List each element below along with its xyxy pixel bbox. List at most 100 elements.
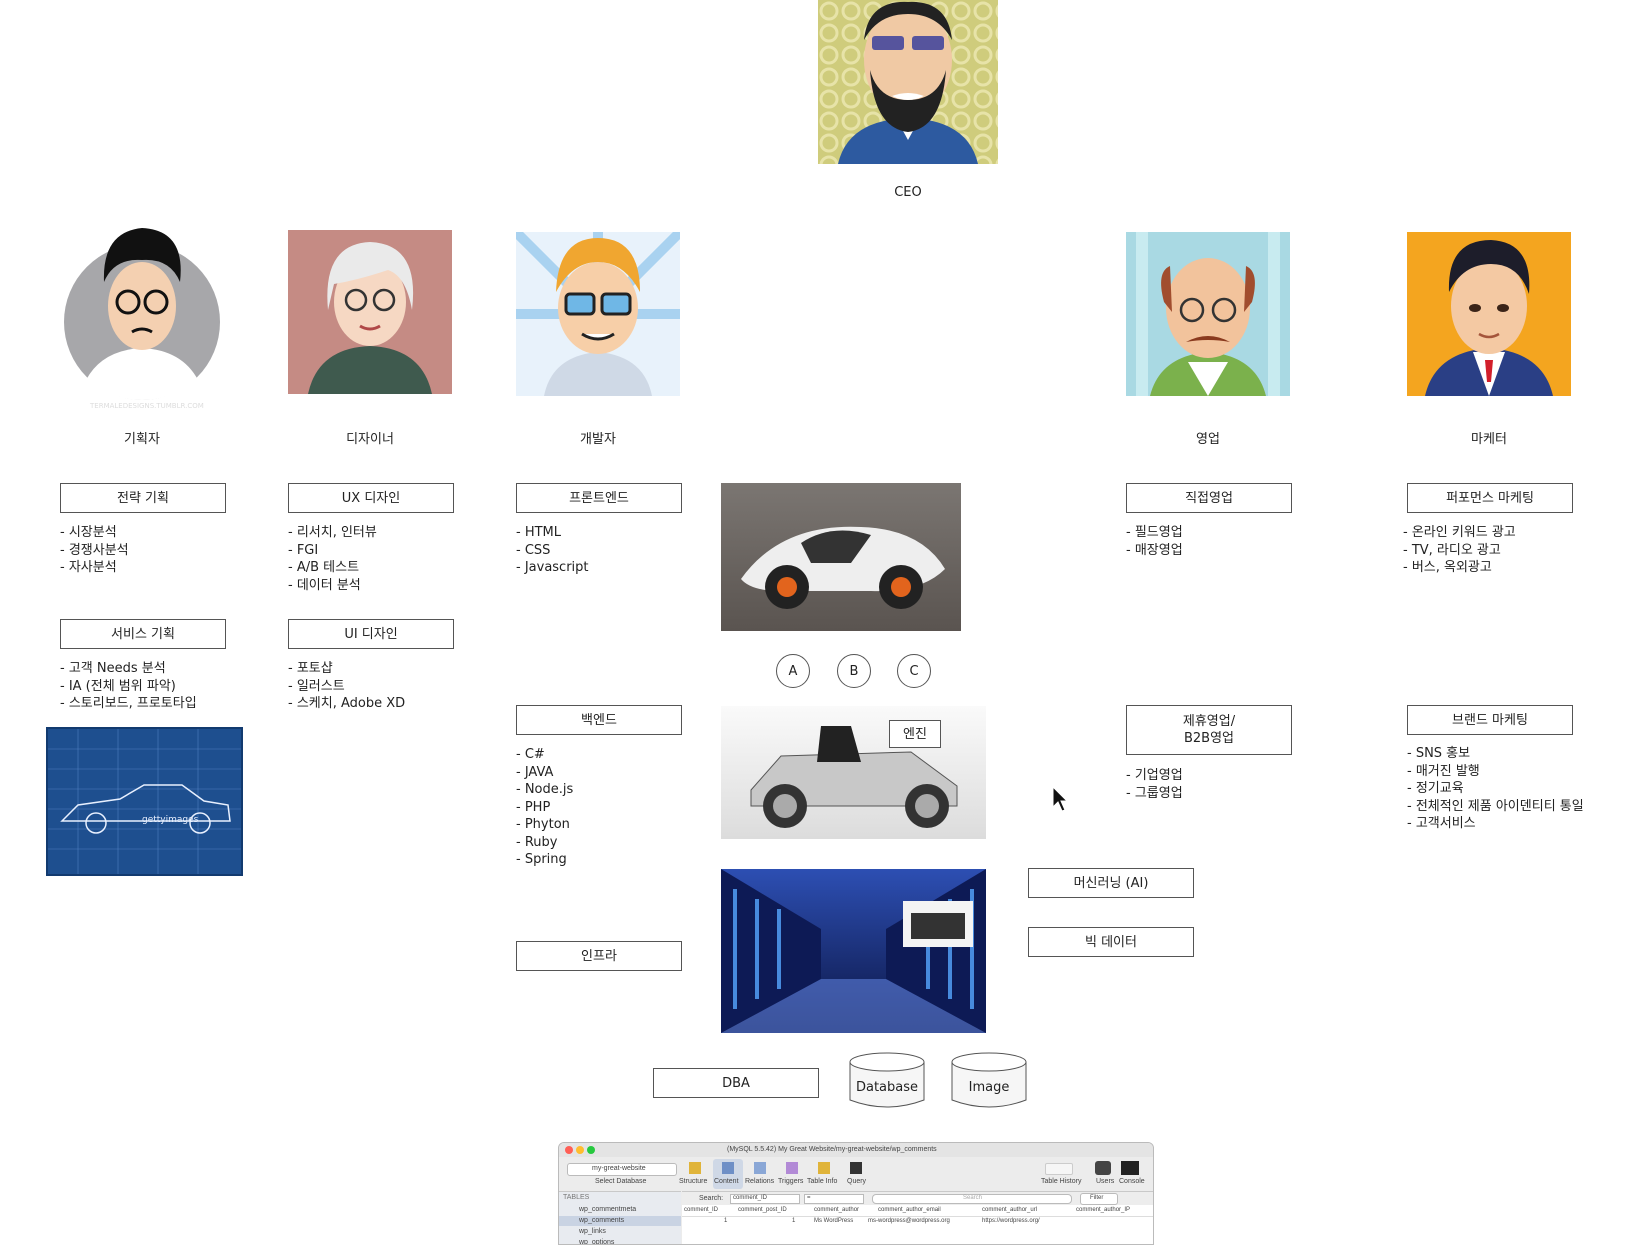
column-header[interactable]: comment_author_IP xyxy=(1076,1207,1130,1213)
table-cell: Ms WordPress xyxy=(814,1218,854,1224)
table-item[interactable]: wp_options xyxy=(579,1239,614,1244)
list-item: - 리서치, 인터뷰 xyxy=(288,525,377,540)
marketer-avatar xyxy=(1407,232,1571,396)
content-area: Search: comment_ID = Search Filter comme… xyxy=(682,1191,1153,1244)
query-button[interactable]: Query xyxy=(841,1159,871,1189)
performance-marketing-list: - 온라인 키워드 광고 - TV, 라디오 광고 - 버스, 옥외광고 xyxy=(1403,524,1516,577)
avatar-watermark: TERMALEDESIGNS.TUMBLR.COM xyxy=(90,402,204,410)
designer-label: 디자이너 xyxy=(346,432,394,447)
frontend-box: 프론트엔드 xyxy=(516,483,682,513)
list-item: - TV, 라디오 광고 xyxy=(1403,542,1501,558)
backend-box: 백엔드 xyxy=(516,705,682,735)
table-item[interactable]: wp_links xyxy=(579,1228,606,1235)
concept-car-image xyxy=(721,483,961,631)
console-icon[interactable] xyxy=(1121,1161,1139,1175)
zoom-button[interactable] xyxy=(587,1146,595,1154)
list-item: - 자사분석 xyxy=(60,560,117,575)
search-field-select[interactable]: comment_ID xyxy=(730,1194,800,1204)
list-item: - IA (전체 범위 파악) xyxy=(60,678,176,694)
column-header[interactable]: comment_ID xyxy=(684,1207,718,1213)
content-label: Content xyxy=(714,1178,739,1185)
structure-label: Structure xyxy=(679,1178,708,1185)
planner-label: 기획자 xyxy=(124,432,160,447)
query-icon xyxy=(850,1162,862,1174)
table-cell: https://wordpress.org/ xyxy=(982,1218,1040,1224)
filter-button[interactable]: Filter xyxy=(1080,1193,1118,1205)
database-cylinder: Database xyxy=(849,1052,925,1110)
relations-label: Relations xyxy=(745,1178,775,1185)
users-icon[interactable] xyxy=(1095,1161,1111,1175)
developer-avatar xyxy=(516,232,680,396)
b2b-sales-box: 제휴영업/ B2B영업 xyxy=(1126,705,1292,755)
structure-button[interactable]: Structure xyxy=(679,1159,711,1189)
minimize-button[interactable] xyxy=(576,1146,584,1154)
close-button[interactable] xyxy=(565,1146,573,1154)
window-title: (MySQL 5.5.42) My Great Website/my-great… xyxy=(727,1146,937,1153)
ui-design-box: UI 디자인 xyxy=(288,619,454,649)
list-item: - 필드영업 xyxy=(1126,525,1183,540)
option-a-circle: A xyxy=(776,654,810,688)
image-label: Image xyxy=(968,1080,1010,1095)
strategy-planning-box: 전략 기획 xyxy=(60,483,226,513)
query-label: Query xyxy=(847,1178,867,1185)
database-select[interactable]: my-great-website xyxy=(567,1163,677,1176)
table-info-icon xyxy=(818,1162,830,1174)
toolbar: Structure Content Relations Triggers Tab… xyxy=(679,1159,871,1189)
list-item: - 시장분석 xyxy=(60,525,117,540)
database-label: Database xyxy=(855,1080,919,1095)
list-item: - Spring xyxy=(516,852,567,867)
relations-icon xyxy=(754,1162,766,1174)
planner-avatar xyxy=(62,222,222,412)
content-button[interactable]: Content xyxy=(713,1159,743,1189)
sales-label: 영업 xyxy=(1196,432,1220,447)
list-item: - SNS 홍보 xyxy=(1407,746,1471,761)
database-select-value: my-great-website xyxy=(592,1165,646,1172)
list-item: - 데이터 분석 xyxy=(288,577,361,593)
triggers-button[interactable]: Triggers xyxy=(777,1159,807,1189)
sequel-pro-window: (MySQL 5.5.42) My Great Website/my-great… xyxy=(558,1142,1154,1245)
list-item: - 전체적인 제품 아이덴티티 통일 xyxy=(1407,798,1584,814)
ceo-avatar xyxy=(818,0,998,164)
list-item: - 고객서비스 xyxy=(1407,816,1476,831)
column-header[interactable]: comment_author_email xyxy=(878,1207,941,1213)
relations-button[interactable]: Relations xyxy=(745,1159,775,1189)
search-field-value: comment_ID xyxy=(733,1195,768,1201)
list-item: - Phyton xyxy=(516,817,570,832)
list-item: - 일러스트 xyxy=(288,678,345,694)
search-input[interactable]: Search xyxy=(872,1194,1072,1204)
list-item: - 스토리보드, 프로토타입 xyxy=(60,696,197,711)
column-header[interactable]: comment_author_url xyxy=(982,1207,1037,1213)
big-data-box: 빅 데이터 xyxy=(1028,927,1194,957)
filter-bar: Search: comment_ID = Search Filter xyxy=(682,1192,1153,1205)
list-item: - 버스, 옥외광고 xyxy=(1403,560,1492,575)
list-item: - C# xyxy=(516,747,545,762)
select-database-label: Select Database xyxy=(595,1178,647,1185)
machine-learning-box: 머신러닝 (AI) xyxy=(1028,868,1194,898)
list-item: - 정기교육 xyxy=(1407,781,1464,796)
developer-label: 개발자 xyxy=(580,432,616,447)
car-blueprint-image: gettyimages xyxy=(46,727,243,876)
console-label: Console xyxy=(1119,1178,1145,1185)
server-room-image xyxy=(721,869,986,1033)
list-item: - 스케치, Adobe XD xyxy=(288,696,406,711)
search-operator-select[interactable]: = xyxy=(804,1194,864,1204)
history-arrows-icon[interactable] xyxy=(1045,1163,1073,1175)
car-chassis-image: 엔진 xyxy=(721,706,986,839)
tables-header: TABLES xyxy=(563,1194,590,1201)
table-info-button[interactable]: Table Info xyxy=(807,1159,839,1189)
list-item: - Ruby xyxy=(516,834,558,850)
table-item[interactable]: wp_commentmeta xyxy=(579,1206,636,1213)
column-header[interactable]: comment_author xyxy=(814,1207,859,1213)
ux-design-box: UX 디자인 xyxy=(288,483,454,513)
table-item[interactable]: wp_comments xyxy=(579,1217,624,1224)
option-b-circle: B xyxy=(837,654,871,688)
list-item: - HTML xyxy=(516,525,561,540)
list-item: - 온라인 키워드 광고 xyxy=(1403,525,1516,540)
ux-design-list: - 리서치, 인터뷰 - FGI - A/B 테스트 - 데이터 분석 xyxy=(288,524,377,594)
table-history-label: Table History xyxy=(1041,1178,1082,1185)
backend-list: - C# - JAVA - Node.js - PHP - Phyton - R… xyxy=(516,746,573,869)
service-planning-list: - 고객 Needs 분석 - IA (전체 범위 파악) - 스토리보드, 프… xyxy=(60,660,197,713)
table-row[interactable]: 1 1 Ms WordPress ms-wordpress@wordpress.… xyxy=(682,1217,1153,1227)
brand-marketing-list: - SNS 홍보 - 매거진 발행 - 정기교육 - 전체적인 제품 아이덴티티… xyxy=(1407,745,1584,833)
column-header[interactable]: comment_post_ID xyxy=(738,1207,787,1213)
